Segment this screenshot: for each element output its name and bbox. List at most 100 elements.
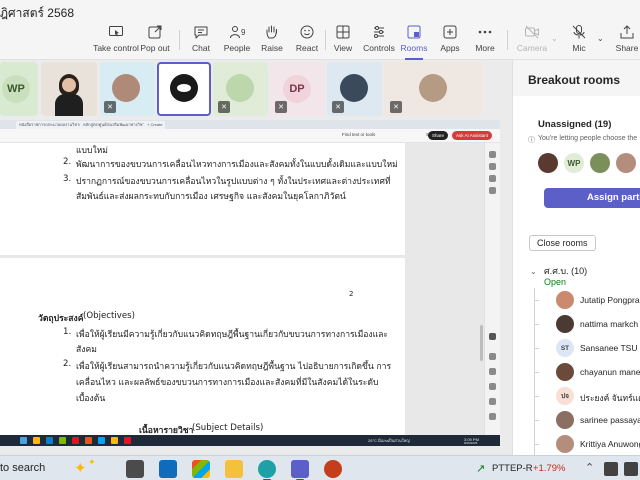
pop-out-label: Pop out: [140, 43, 170, 53]
participant-tile[interactable]: ✕: [384, 62, 482, 116]
member-avatar: [556, 435, 574, 453]
participant-tile[interactable]: ✕: [327, 62, 382, 116]
doc-line: เคลื่อนไหว และผลลัพธ์ของขบวนการทางการเมื…: [76, 378, 379, 388]
doc-line: สัมพันธ์และส่งผลกระทบกับการเมือง เศรษฐกิ…: [76, 192, 346, 202]
tree-branch: [534, 396, 539, 397]
outlook-icon[interactable]: [159, 460, 177, 478]
controls-button[interactable]: Controls: [363, 24, 395, 58]
meeting-title: ฎิศาสตร์ 2568: [0, 6, 75, 20]
room-count: (10): [571, 266, 588, 276]
info-icon: ⓘ: [528, 137, 535, 144]
more-label: More: [475, 43, 495, 53]
pdf-side-tools: [484, 143, 500, 435]
room-member[interactable]: sarinee passaya: [534, 411, 640, 431]
camera-chevron-icon[interactable]: ⌄: [551, 34, 558, 43]
member-name: Krittiya Anuwong: [580, 439, 640, 449]
room-member[interactable]: Krittiya Anuwong: [534, 435, 640, 455]
tool-icon: [489, 383, 496, 390]
more-button[interactable]: More: [472, 24, 498, 58]
participant-tile[interactable]: WP: [0, 62, 38, 116]
room-member[interactable]: ST Sansanee TSU: [534, 339, 640, 359]
member-avatar: [556, 411, 574, 429]
subject-heading: เนื้อหารายวิชา: [139, 426, 194, 435]
file-explorer-icon[interactable]: [225, 460, 243, 478]
mic-off-icon: ✕: [218, 101, 230, 113]
add-apps-icon: [443, 25, 457, 39]
avatar: WP: [2, 75, 30, 103]
panel-header: Breakout rooms: [513, 60, 640, 96]
find-tools-field: Find text or tools: [342, 132, 376, 137]
take-control-icon: [109, 26, 123, 37]
participant-tile[interactable]: ✕: [100, 62, 155, 116]
edge-icon[interactable]: [258, 460, 276, 480]
browser-tab: + Create: [144, 121, 166, 129]
share-button[interactable]: Share: [616, 24, 638, 58]
close-rooms-button[interactable]: Close rooms: [529, 235, 596, 251]
chevron-up-icon[interactable]: ⌃: [585, 461, 594, 474]
room-member[interactable]: ปจ ประยงค์ จันทร์แด: [534, 387, 640, 407]
unassigned-avatar[interactable]: [616, 153, 636, 173]
camera-label: Camera: [516, 43, 548, 53]
room-member[interactable]: Jutatip Pongpra: [534, 291, 640, 311]
tool-icon: [489, 398, 496, 405]
close-icon: [489, 333, 496, 340]
room-name[interactable]: ศ.ศ.บ. (10): [544, 264, 587, 278]
unassigned-avatar[interactable]: [590, 153, 610, 173]
react-button[interactable]: React: [295, 24, 319, 58]
take-control-label: Take control: [93, 43, 139, 53]
take-control-button[interactable]: Take control: [93, 24, 139, 58]
task-view-icon[interactable]: [126, 460, 144, 478]
network-icon[interactable]: [624, 462, 638, 476]
unassigned-avatar[interactable]: WP: [564, 153, 584, 173]
teams-icon[interactable]: [291, 460, 309, 480]
unassigned-avatar[interactable]: [538, 153, 558, 173]
participant-tile[interactable]: [41, 62, 97, 116]
people-button[interactable]: People: [223, 24, 251, 58]
pdf-toolbar: Find text or tools Sign in Share Ask AI …: [0, 129, 500, 143]
apps-button[interactable]: Apps: [438, 24, 462, 58]
mic-label: Mic: [572, 43, 586, 53]
sparkle-icon[interactable]: ✦: [74, 459, 87, 477]
tool-icon: [489, 163, 496, 170]
avatar: [112, 74, 140, 102]
sparkle-small-icon: ✦: [88, 457, 96, 467]
app-icon: [124, 437, 131, 444]
browser-tab-strip: หนังสือราชการ/ประมวลผลงานวิชาการ... หลัก…: [0, 120, 500, 129]
doc-line: พัฒนาการของขบวนการเคลื่อนไหวทางการเมืองแ…: [76, 160, 398, 170]
avatar: [419, 74, 447, 102]
app-tray-icon[interactable]: [604, 462, 618, 476]
app-icon: [98, 437, 105, 444]
participant-tile[interactable]: DP ✕: [270, 62, 325, 116]
avatar: DP: [283, 75, 311, 103]
pop-out-button[interactable]: Pop out: [140, 24, 170, 58]
share-label: Share: [615, 43, 639, 53]
doc-line: เพื่อให้ผู้เรียนมีความรู้เกี่ยวกับแนวคิด…: [76, 330, 389, 340]
rooms-button[interactable]: Rooms: [400, 24, 428, 60]
view-button[interactable]: View: [331, 24, 355, 58]
chat-button[interactable]: Chat: [189, 24, 213, 58]
room-member[interactable]: nattima markch: [534, 315, 640, 335]
raise-hand-button[interactable]: Raise: [261, 24, 283, 58]
room-member[interactable]: chayanun mane: [534, 363, 640, 383]
taskbar-search[interactable]: to search: [0, 462, 45, 474]
chevron-down-icon[interactable]: ⌄: [530, 267, 537, 276]
participant-tile-active[interactable]: [157, 62, 211, 116]
powerpoint-icon[interactable]: [324, 460, 342, 478]
mic-chevron-icon[interactable]: ⌄: [597, 34, 604, 43]
participant-body: [55, 94, 83, 116]
camera-button[interactable]: Camera: [517, 24, 547, 58]
assign-participants-button[interactable]: Assign partici: [544, 188, 640, 208]
store-icon[interactable]: [192, 460, 210, 478]
mic-button[interactable]: Mic: [568, 24, 590, 58]
rooms-label: Rooms: [400, 43, 428, 53]
participant-tile[interactable]: ✕: [213, 62, 268, 116]
objectives-heading: วัตถุประสงค์: [38, 314, 84, 324]
tree-branch: [534, 444, 539, 445]
doc-line: สังคม: [76, 345, 97, 355]
stock-ticker[interactable]: PTTEP-R: [492, 463, 533, 474]
app-icon: [85, 437, 92, 444]
list-number: 1.: [63, 327, 72, 337]
document-view: แบบใหม่ 2. พัฒนาการของขบวนการเคลื่อนไหวท…: [0, 143, 484, 435]
tree-branch: [534, 420, 539, 421]
chat-label: Chat: [192, 43, 210, 53]
